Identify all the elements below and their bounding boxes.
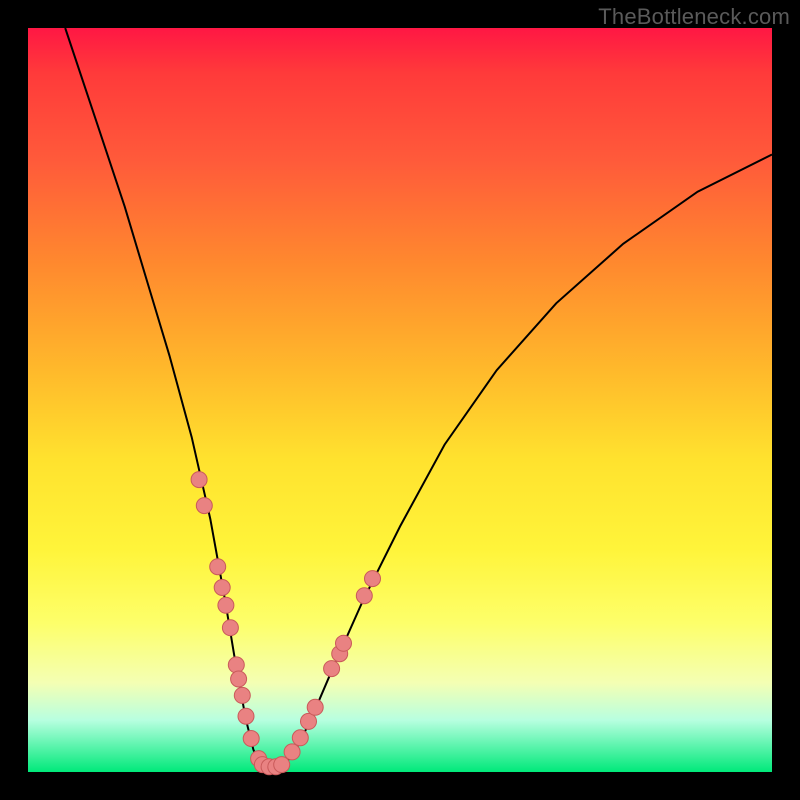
data-marker [214, 580, 230, 596]
data-marker [196, 498, 212, 514]
data-marker [238, 708, 254, 724]
data-marker [222, 620, 238, 636]
data-marker [292, 730, 308, 746]
data-marker [324, 661, 340, 677]
data-marker [307, 699, 323, 715]
data-marker [356, 588, 372, 604]
bottleneck-curve-path [65, 28, 772, 768]
data-marker [284, 744, 300, 760]
bottleneck-curve-svg [28, 28, 772, 772]
data-marker [243, 731, 259, 747]
data-marker [234, 687, 250, 703]
plot-area [28, 28, 772, 772]
data-marker [336, 635, 352, 651]
data-marker [301, 713, 317, 729]
watermark-text: TheBottleneck.com [598, 4, 790, 30]
data-marker [274, 757, 290, 773]
data-marker [365, 571, 381, 587]
data-marker [210, 559, 226, 575]
chart-stage: TheBottleneck.com [0, 0, 800, 800]
data-marker [228, 657, 244, 673]
data-marker [218, 597, 234, 613]
data-marker [191, 472, 207, 488]
data-marker [231, 671, 247, 687]
